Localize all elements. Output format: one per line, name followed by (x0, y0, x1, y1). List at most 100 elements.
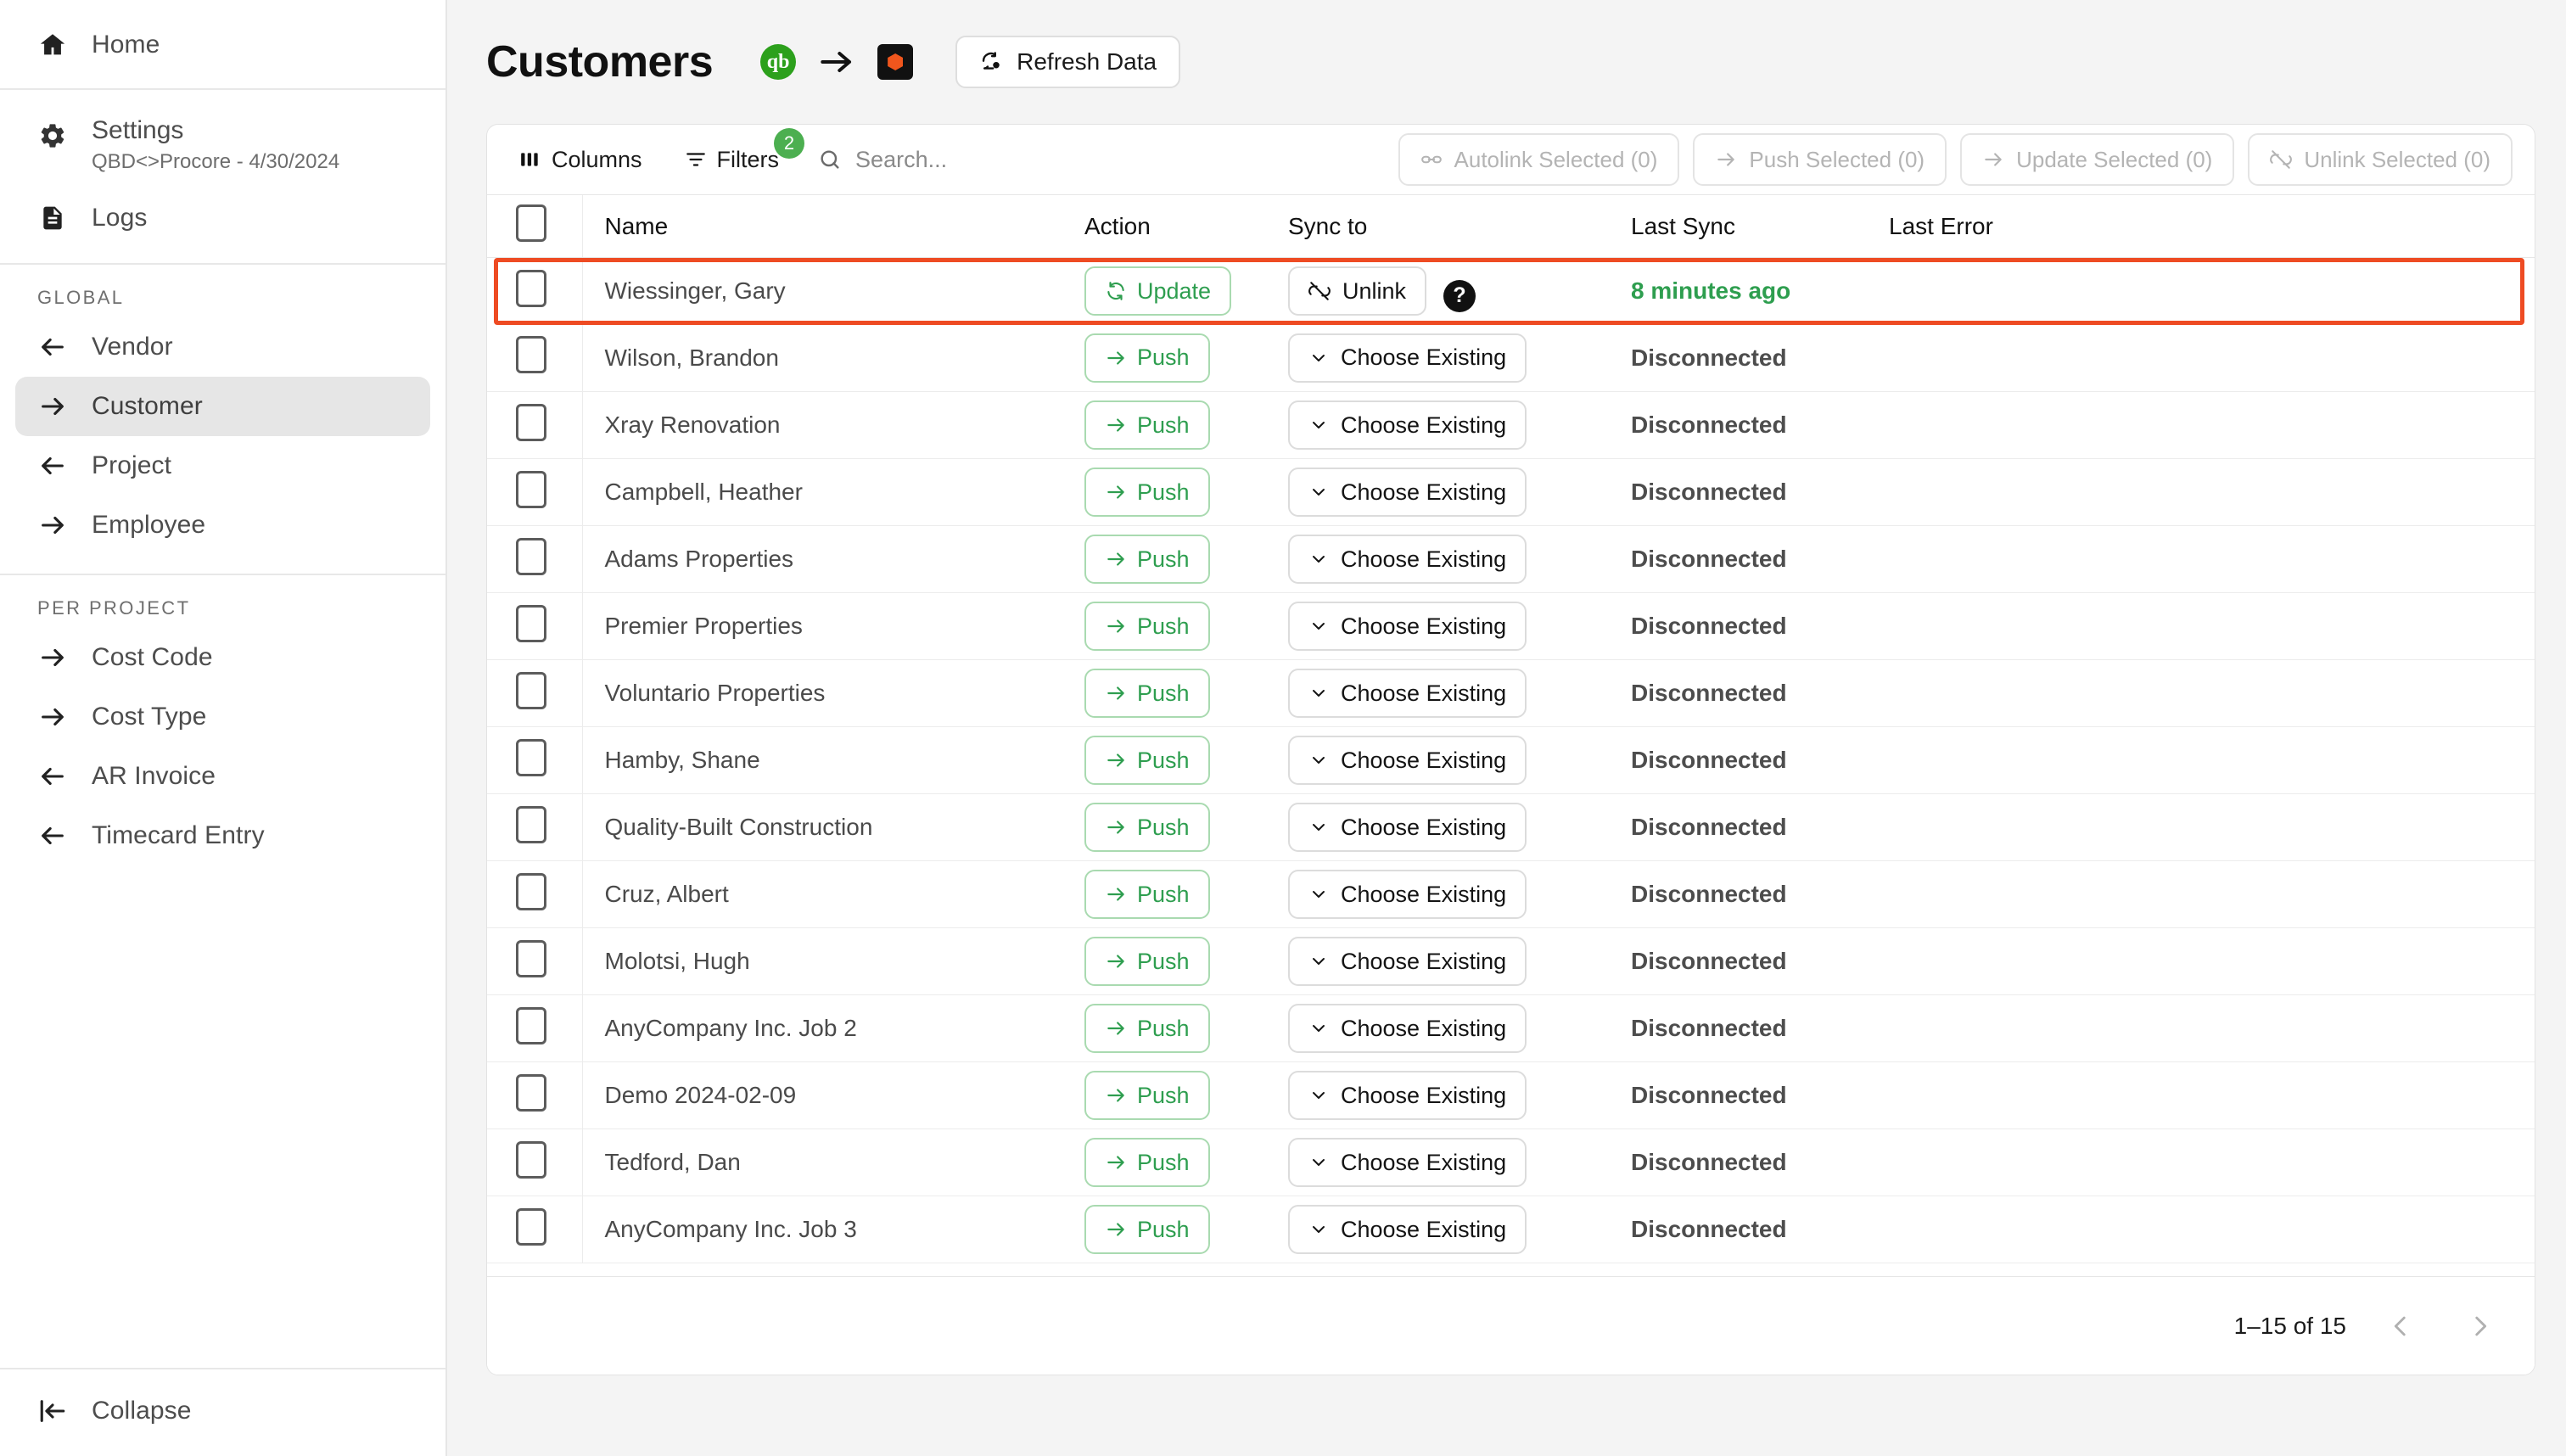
sidebar-item-ar-invoice[interactable]: AR Invoice (15, 747, 430, 806)
row-sync-label: Unlink (1342, 277, 1407, 304)
arrow-right-icon (1105, 615, 1127, 637)
table-row[interactable]: Wiessinger, Gary Update Unlink? 8 minutes a… (487, 257, 2535, 325)
autolink-selected-button[interactable]: Autolink Selected (0) (1398, 133, 1680, 186)
row-last-sync-status: Disconnected (1631, 1216, 1787, 1242)
row-choose-existing-button[interactable]: Choose Existing (1288, 803, 1527, 852)
row-push-button[interactable]: Push (1084, 602, 1210, 651)
table-row[interactable]: AnyCompany Inc. Job 2 Push Choose Existing… (487, 994, 2535, 1062)
row-checkbox[interactable] (516, 805, 546, 843)
sidebar-item-logs[interactable]: Logs (15, 188, 430, 248)
table-row[interactable]: Quality-Built Construction Push Choose Exi… (487, 793, 2535, 861)
row-push-button[interactable]: Push (1084, 1004, 1210, 1053)
row-push-button[interactable]: Push (1084, 468, 1210, 517)
filters-button[interactable]: Filters 2 (671, 127, 805, 180)
push-selected-button[interactable]: Push Selected (0) (1693, 133, 1947, 186)
table-row[interactable]: Premier Properties Push Choose Existing Dis… (487, 592, 2535, 660)
table-row[interactable]: Tedford, Dan Push Choose Existing Disconnec… (487, 1128, 2535, 1196)
sidebar-item-employee[interactable]: Employee (15, 496, 430, 555)
row-checkbox[interactable] (516, 671, 546, 709)
row-checkbox[interactable] (516, 872, 546, 910)
row-checkbox[interactable] (516, 604, 546, 642)
row-checkbox[interactable] (516, 738, 546, 776)
row-push-button[interactable]: Push (1084, 333, 1210, 383)
help-icon[interactable]: ? (1443, 279, 1476, 312)
table-row[interactable]: Voluntario Properties Push Choose Existing… (487, 659, 2535, 727)
row-choose-existing-button[interactable]: Choose Existing (1288, 333, 1527, 383)
table-row[interactable]: Molotsi, Hugh Push Choose Existing Disconne… (487, 927, 2535, 995)
search-input[interactable] (855, 146, 1297, 173)
row-choose-existing-button[interactable]: Choose Existing (1288, 1205, 1527, 1254)
row-push-button[interactable]: Push (1084, 736, 1210, 785)
sidebar-item-settings[interactable]: Settings QBD<>Procore - 4/30/2024 (15, 107, 430, 182)
row-checkbox[interactable] (516, 470, 546, 508)
row-push-button[interactable]: Push (1084, 1205, 1210, 1254)
row-choose-existing-button[interactable]: Choose Existing (1288, 937, 1527, 986)
select-all-checkbox[interactable] (516, 204, 546, 242)
row-sync-label: Choose Existing (1341, 479, 1507, 505)
sidebar-collapse-button[interactable]: Collapse (15, 1381, 430, 1441)
row-choose-existing-button[interactable]: Choose Existing (1288, 870, 1527, 919)
column-header-name[interactable]: Name (581, 194, 1084, 258)
row-choose-existing-button[interactable]: Choose Existing (1288, 1138, 1527, 1187)
row-checkbox[interactable] (516, 403, 546, 441)
row-choose-existing-button[interactable]: Choose Existing (1288, 535, 1527, 584)
column-header-action[interactable]: Action (1084, 194, 1288, 258)
table-row[interactable]: Campbell, Heather Push Choose Existing Disc… (487, 458, 2535, 526)
unlink-selected-button[interactable]: Unlink Selected (0) (2248, 133, 2513, 186)
table-row[interactable]: Hamby, Shane Push Choose Existing Disconnec… (487, 726, 2535, 794)
column-header-last-error[interactable]: Last Error (1889, 194, 2535, 258)
row-push-button[interactable]: Push (1084, 1071, 1210, 1120)
table-row[interactable]: Demo 2024-02-09 Push Choose Existing Discon… (487, 1061, 2535, 1129)
row-push-button[interactable]: Push (1084, 870, 1210, 919)
row-name-cell: Campbell, Heather (581, 458, 1084, 526)
table-row[interactable]: Wilson, Brandon Push Choose Existing Discon… (487, 324, 2535, 392)
row-choose-existing-button[interactable]: Choose Existing (1288, 669, 1527, 718)
sidebar-item-vendor[interactable]: Vendor (15, 317, 430, 377)
row-name-cell: Tedford, Dan (581, 1128, 1084, 1196)
row-checkbox[interactable] (516, 1006, 546, 1044)
table-row[interactable]: AnyCompany Inc. Job 3 Push Choose Existing… (487, 1196, 2535, 1263)
table-scroll-region[interactable]: Name Action Sync to Last Sync Last Error… (487, 194, 2535, 1276)
row-last-sync-cell: Disconnected (1631, 324, 1889, 392)
sidebar-item-cost-type[interactable]: Cost Type (15, 687, 430, 747)
arrow-right-icon (1105, 481, 1127, 503)
row-checkbox[interactable] (516, 1073, 546, 1112)
update-selected-button[interactable]: Update Selected (0) (1960, 133, 2235, 186)
sidebar-item-timecard-entry[interactable]: Timecard Entry (15, 806, 430, 865)
table-row[interactable]: Adams Properties Push Choose Existing Disco… (487, 525, 2535, 593)
column-header-sync-to[interactable]: Sync to (1288, 194, 1631, 258)
row-push-button[interactable]: Push (1084, 937, 1210, 986)
row-checkbox[interactable] (516, 336, 546, 374)
row-checkbox[interactable] (516, 537, 546, 575)
row-push-button[interactable]: Push (1084, 803, 1210, 852)
row-push-button[interactable]: Push (1084, 400, 1210, 450)
row-choose-existing-button[interactable]: Choose Existing (1288, 1071, 1527, 1120)
row-push-button[interactable]: Push (1084, 535, 1210, 584)
sidebar-item-project[interactable]: Project (15, 436, 430, 496)
row-choose-existing-button[interactable]: Choose Existing (1288, 468, 1527, 517)
row-choose-existing-button[interactable]: Choose Existing (1288, 602, 1527, 651)
pagination-prev-button[interactable] (2375, 1301, 2426, 1352)
row-choose-existing-button[interactable]: Choose Existing (1288, 400, 1527, 450)
table-row[interactable]: Cruz, Albert Push Choose Existing Disconnec… (487, 860, 2535, 928)
row-update-button[interactable]: Update (1084, 266, 1232, 316)
table-row[interactable]: Xray Renovation Push Choose Existing Discon… (487, 391, 2535, 459)
sidebar-item-home[interactable]: Home (15, 15, 430, 75)
row-action-cell: Push (1084, 994, 1288, 1062)
row-push-button[interactable]: Push (1084, 669, 1210, 718)
columns-button[interactable]: Columns (506, 140, 656, 180)
row-checkbox[interactable] (516, 269, 546, 307)
sidebar-item-customer[interactable]: Customer (15, 377, 430, 436)
row-choose-existing-button[interactable]: Choose Existing (1288, 736, 1527, 785)
sidebar-item-cost-code[interactable]: Cost Code (15, 628, 430, 687)
pagination-next-button[interactable] (2455, 1301, 2506, 1352)
row-unlink-button[interactable]: Unlink (1288, 266, 1427, 316)
column-header-last-sync[interactable]: Last Sync (1631, 194, 1889, 258)
row-checkbox[interactable] (516, 1140, 546, 1179)
row-push-button[interactable]: Push (1084, 1138, 1210, 1187)
arrow-right-icon (1105, 950, 1127, 972)
row-checkbox[interactable] (516, 1207, 546, 1246)
refresh-data-button[interactable]: Refresh Data (955, 36, 1181, 88)
row-checkbox[interactable] (516, 939, 546, 977)
row-choose-existing-button[interactable]: Choose Existing (1288, 1004, 1527, 1053)
